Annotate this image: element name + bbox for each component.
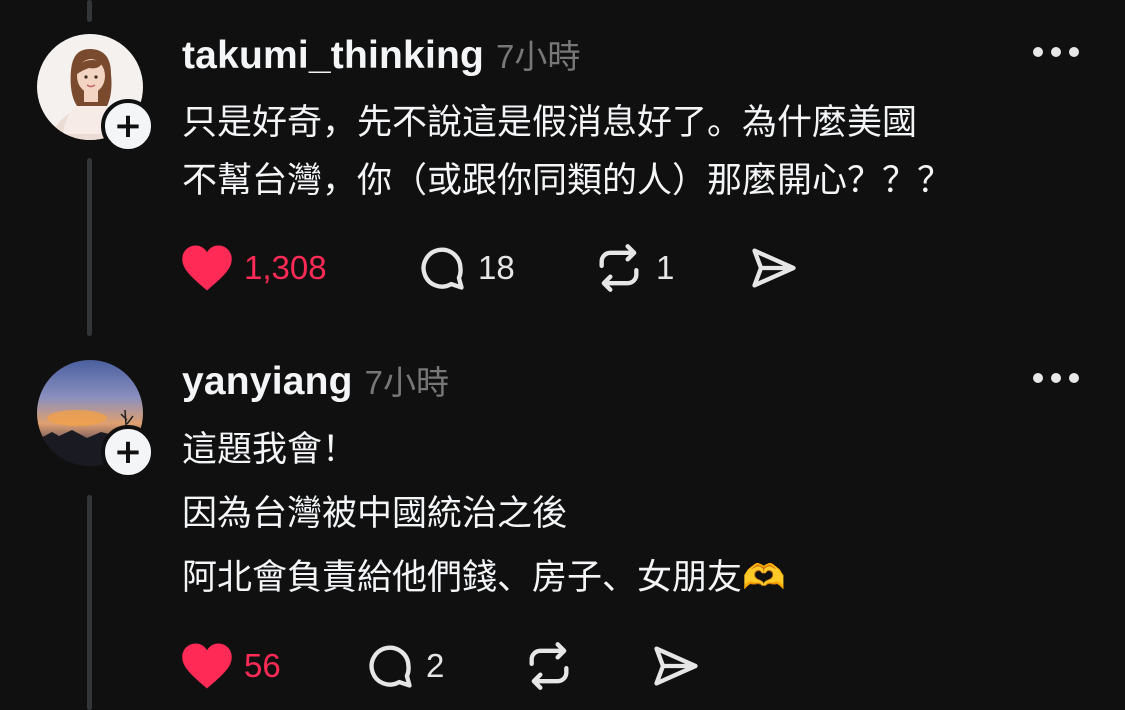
- username[interactable]: yanyiang: [182, 360, 353, 404]
- more-dots-icon[interactable]: [1033, 371, 1079, 385]
- reply-button[interactable]: 2: [364, 638, 444, 694]
- reply-count: 2: [426, 647, 445, 684]
- comment-bubble-icon: [369, 645, 412, 688]
- post-body: 這題我會！ 因為台灣被中國統治之後 阿北會負責給他們錢、房子、女朋友🫶: [182, 430, 786, 598]
- like-button[interactable]: 56: [180, 638, 281, 694]
- heart-icon: [182, 643, 232, 689]
- repost-button[interactable]: [522, 638, 576, 694]
- post-header: yanyiang 7小時: [182, 356, 449, 404]
- follow-plus-icon[interactable]: +: [101, 425, 155, 479]
- like-count: 56: [244, 647, 281, 684]
- post: + yanyiang 7小時 這題我會！ 因為台灣被中國統治之後 阿北會負責給他…: [0, 0, 1125, 710]
- share-send-icon: [654, 646, 698, 686]
- repost-icon: [529, 642, 569, 690]
- share-button[interactable]: [650, 638, 702, 694]
- timestamp: 7小時: [364, 364, 450, 401]
